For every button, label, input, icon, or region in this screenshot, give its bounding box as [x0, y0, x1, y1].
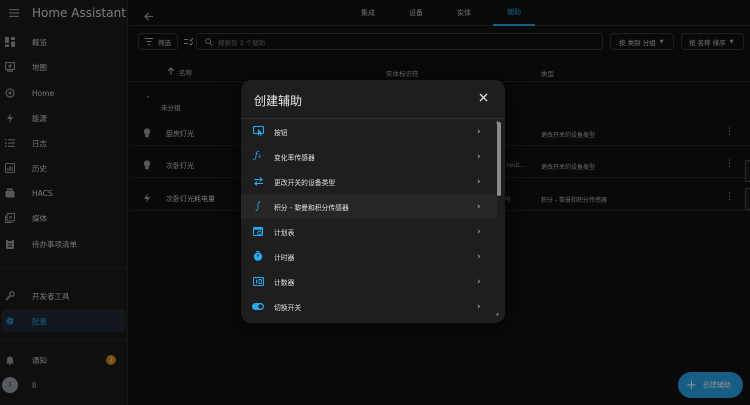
helper-item-label: 积分 - 黎曼和积分传感器 [274, 203, 349, 212]
helper-item-label: 按钮 [274, 128, 288, 137]
helper-item-label: 切换开关 [274, 303, 302, 312]
helper-item-label: 计时器 [274, 253, 295, 262]
derivative-icon: ƒx [254, 151, 262, 161]
helper-item-timer[interactable]: 计时器 › [241, 244, 497, 269]
dialog-title: 创建辅助 [254, 94, 303, 108]
chevron-right-icon: › [477, 226, 481, 237]
helper-item-schedule[interactable]: 计划表 › [241, 219, 497, 244]
helper-item-label: 变化率传感器 [274, 153, 315, 162]
helper-item-counter[interactable]: 计数器 › [241, 269, 497, 294]
close-icon[interactable] [479, 92, 488, 105]
helper-item-integration[interactable]: ∫ 积分 - 黎曼和积分传感器 › [241, 194, 497, 219]
chevron-right-icon: › [477, 126, 481, 137]
helper-item-switch-as-x[interactable]: 更改开关的设备类型 › [241, 169, 497, 194]
swap-arrows-icon [252, 175, 264, 187]
chevron-right-icon: › [477, 251, 481, 262]
app-root: Home Assistant 概览 地图 Home 能源 日志 历史 HACS … [0, 0, 750, 405]
helper-item-button[interactable]: 按钮 › [241, 119, 497, 144]
chevron-right-icon: › [477, 301, 481, 312]
chevron-right-icon: › [477, 201, 481, 212]
integral-icon: ∫ [255, 200, 261, 212]
timer-icon [252, 250, 264, 262]
chevron-right-icon: › [477, 151, 481, 162]
helper-item-toggle[interactable]: 切换开关 › [241, 294, 497, 319]
helper-type-list: 按钮 › ƒx 变化率传感器 › 更改开关的设备类型 › ∫ 积分 - 黎曼和积… [241, 118, 505, 323]
chevron-right-icon: › [477, 276, 481, 287]
toggle-icon [252, 300, 264, 312]
button-icon [252, 125, 264, 137]
helper-item-derivative[interactable]: ƒx 变化率传感器 › [241, 144, 497, 169]
helper-item-label: 计数器 [274, 278, 295, 287]
counter-icon [252, 275, 264, 287]
dialog-scrollbar-thumb[interactable] [497, 122, 501, 196]
create-helper-dialog: 创建辅助 按钮 › ƒx 变化率传感器 › 更改开关的设备类型 › ∫ 积分 -… [241, 80, 505, 323]
scroll-down-icon[interactable]: ▼ [496, 312, 499, 317]
helper-item-label: 计划表 [274, 228, 295, 237]
helper-item-label: 更改开关的设备类型 [274, 178, 336, 187]
chevron-right-icon: › [477, 176, 481, 187]
schedule-icon [252, 225, 264, 237]
